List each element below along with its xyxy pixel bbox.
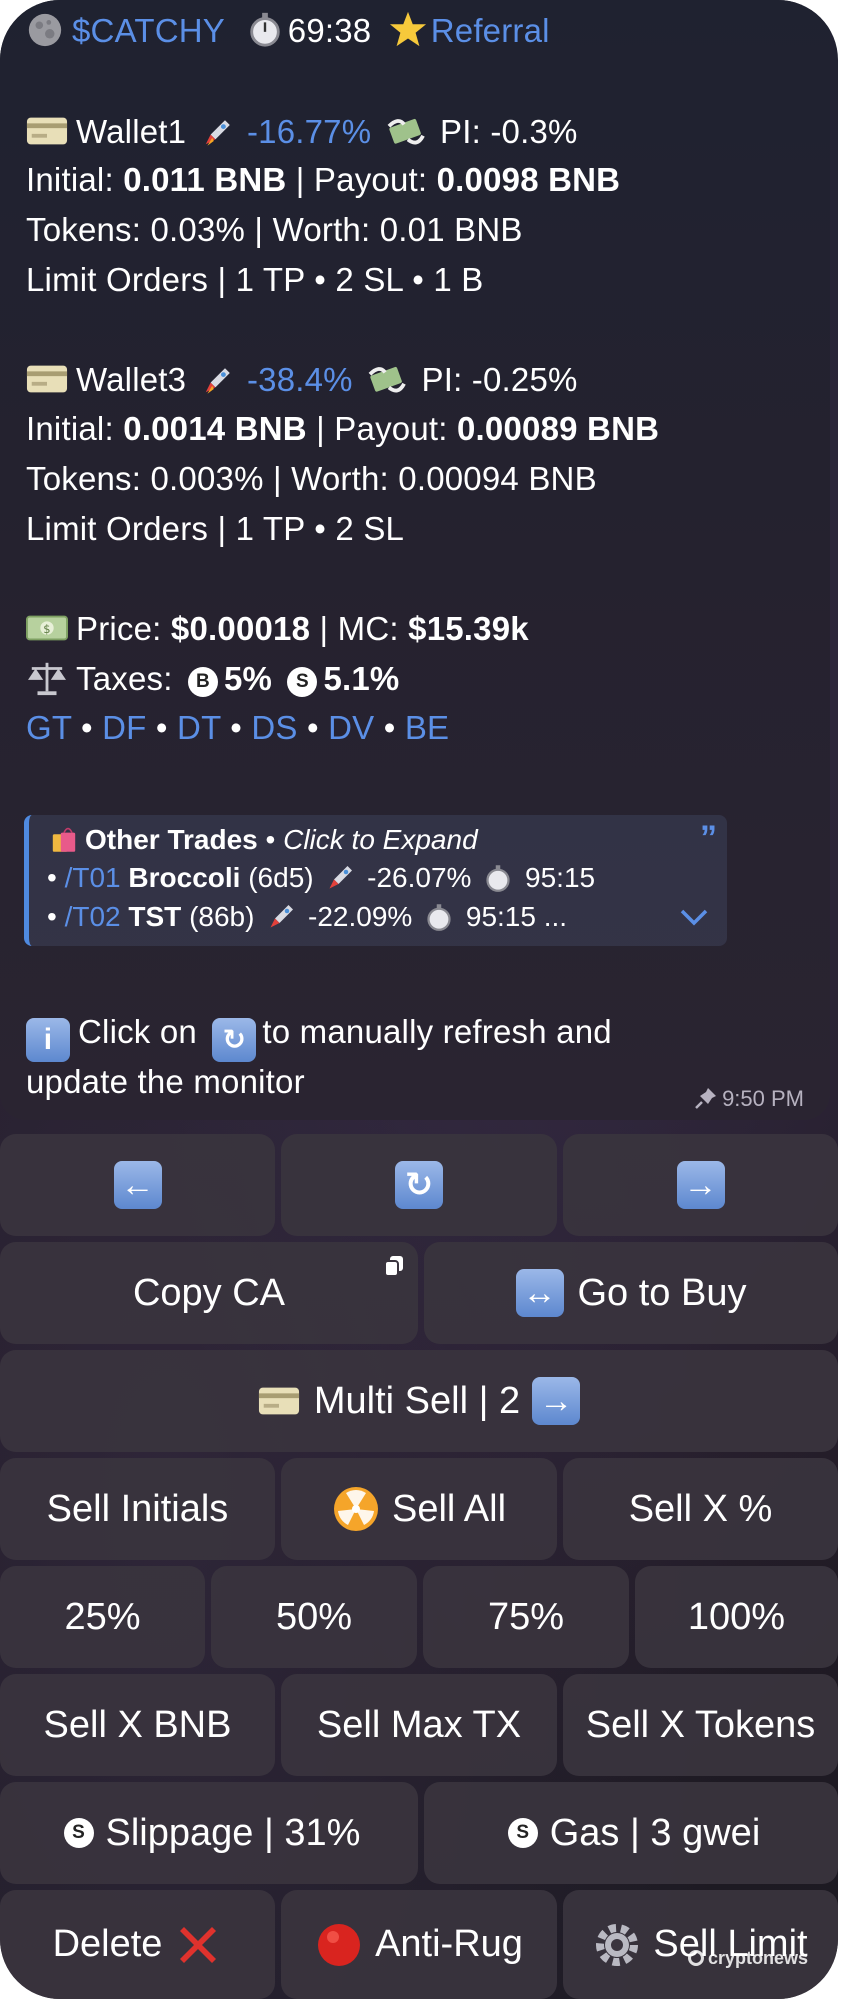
info-line-2: update the monitor: [26, 1063, 305, 1100]
money-wings-icon: [387, 118, 425, 145]
link-be[interactable]: BE: [405, 709, 449, 746]
moon-icon: [28, 13, 62, 47]
buy-badge-icon: B: [187, 667, 218, 697]
rocket-icon: [329, 866, 353, 889]
wallet3-initial-line: Initial: 0.0014 BNB | Payout: 0.00089 BN…: [26, 410, 660, 447]
taxes-line: Taxes: B 5% S 5.1%: [26, 659, 399, 698]
credit-card-icon: [26, 117, 68, 145]
sell-x-percent-button[interactable]: Sell X %: [563, 1458, 838, 1560]
message-time: 9:50 PM: [694, 1086, 804, 1112]
sell-all-button[interactable]: Sell All: [281, 1458, 557, 1560]
gas-button[interactable]: S Gas | 3 gwei: [424, 1782, 838, 1884]
next-button[interactable]: →: [563, 1134, 838, 1236]
other-trades-quote[interactable]: Other Trades • Click to Expand ” • /T01 …: [24, 815, 727, 946]
wallet1-orders-line: Limit Orders | 1 TP • 2 SL • 1 B: [26, 261, 484, 298]
refresh-icon: ↻: [395, 1161, 443, 1209]
credit-card-icon: [258, 1387, 299, 1415]
arrow-left-icon: ←: [113, 1161, 162, 1209]
wallet3-orders-line: Limit Orders | 1 TP • 2 SL: [26, 510, 405, 547]
arrow-right-icon: →: [532, 1377, 581, 1425]
sell-100-button[interactable]: 100%: [635, 1566, 838, 1668]
wallet3-pi: PI: -0.25%: [421, 361, 578, 398]
wallet1-initial-line: Initial: 0.011 BNB | Payout: 0.0098 BNB: [26, 161, 621, 198]
sell-x-tokens-button[interactable]: Sell X Tokens: [563, 1674, 838, 1776]
go-to-buy-button[interactable]: ↔ Go to Buy: [424, 1242, 838, 1344]
sell-limit-button[interactable]: Sell Limit: [563, 1890, 838, 1999]
refresh-icon: ↻: [212, 1017, 257, 1062]
quote-icon: ”: [700, 819, 717, 857]
money-bill-icon: $: [26, 615, 68, 641]
link-gt[interactable]: GT: [26, 709, 72, 746]
refresh-button[interactable]: ↻: [281, 1134, 557, 1236]
money-wings-icon: [368, 366, 406, 393]
stopwatch-icon: [427, 904, 451, 931]
rocket-icon: [270, 905, 294, 928]
sell-25-button[interactable]: 25%: [0, 1566, 205, 1668]
left-right-arrow-icon: ↔: [515, 1269, 564, 1317]
radioactive-icon: [333, 1487, 378, 1531]
credit-card-icon: [26, 365, 68, 393]
star-icon: [389, 11, 426, 47]
timer-value: 69:38: [287, 12, 372, 49]
copy-icon: [384, 1256, 403, 1277]
copy-ca-button[interactable]: Copy CA: [0, 1242, 418, 1344]
rocket-icon: [205, 120, 230, 146]
links-line: GT • DF • DT • DS • DV • BE: [26, 709, 450, 746]
link-df[interactable]: DF: [102, 709, 146, 746]
referral-link[interactable]: Referral: [431, 12, 550, 49]
cross-mark-icon: [180, 1926, 217, 1963]
chat-screen: $CATCHY 69:38 Referral Wallet1 -16.77% P…: [0, 0, 838, 1999]
wallet1-pi: PI: -0.3%: [440, 113, 578, 150]
pin-icon: [695, 1088, 717, 1109]
red-circle-icon: [318, 1923, 361, 1966]
chevron-down-icon[interactable]: [679, 907, 709, 927]
sell-badge-icon: S: [63, 1818, 94, 1848]
list-item: • /T02 TST (86b) -22.09% 95:15 ...: [47, 901, 568, 932]
trade-link[interactable]: /T02: [65, 901, 121, 932]
link-dt[interactable]: DT: [177, 709, 221, 746]
sell-50-button[interactable]: 50%: [211, 1566, 417, 1668]
sell-badge-icon: S: [287, 667, 318, 697]
scales-icon: [28, 662, 66, 696]
wallet3-tokens-line: Tokens: 0.003% | Worth: 0.00094 BNB: [26, 460, 597, 497]
slippage-button[interactable]: S Slippage | 31%: [0, 1782, 418, 1884]
sell-x-bnb-button[interactable]: Sell X BNB: [0, 1674, 275, 1776]
sell-max-tx-button[interactable]: Sell Max TX: [281, 1674, 557, 1776]
info-line-1: i Click on ↻ to manually refresh and: [26, 1013, 612, 1062]
info-icon: i: [26, 1018, 70, 1062]
gear-icon: [596, 1923, 639, 1966]
arrow-right-icon: →: [676, 1161, 725, 1209]
svg-text:$: $: [43, 622, 50, 636]
wallet3-change: -38.4%: [246, 361, 353, 398]
sell-75-button[interactable]: 75%: [423, 1566, 629, 1668]
anti-rug-button[interactable]: Anti-Rug: [281, 1890, 557, 1999]
sell-initials-button[interactable]: Sell Initials: [0, 1458, 275, 1560]
link-ds[interactable]: DS: [251, 709, 297, 746]
multi-sell-button[interactable]: Multi Sell | 2 →: [0, 1350, 838, 1452]
token-ticker-link[interactable]: $CATCHY: [72, 12, 224, 49]
delete-button[interactable]: Delete: [0, 1890, 275, 1999]
other-trades-title: Other Trades • Click to Expand: [47, 823, 478, 856]
wallet1-title: Wallet1 -16.77% PI: -0.3%: [26, 112, 578, 151]
sell-badge-icon: S: [507, 1818, 538, 1848]
wallet1-change: -16.77%: [246, 113, 372, 150]
list-item: • /T01 Broccoli (6d5) -26.07% 95:15: [47, 862, 596, 893]
link-dv[interactable]: DV: [328, 709, 374, 746]
monitor-message: $CATCHY 69:38 Referral Wallet1 -16.77% P…: [0, 0, 830, 1120]
price-line: $ Price: $0.00018 | MC: $15.39k: [26, 609, 529, 648]
shopping-bags-icon: [52, 827, 76, 852]
wallet3-title: Wallet3 -38.4% PI: -0.25%: [26, 360, 578, 399]
wallet1-tokens-line: Tokens: 0.03% | Worth: 0.01 BNB: [26, 211, 523, 248]
rocket-icon: [205, 368, 230, 394]
header-line: $CATCHY 69:38 Referral: [26, 10, 550, 50]
stopwatch-icon: [486, 865, 510, 892]
trade-link[interactable]: /T01: [65, 862, 121, 893]
prev-button[interactable]: ←: [0, 1134, 275, 1236]
watermark-logo-icon: [687, 1950, 704, 1966]
watermark: cryptonews: [687, 1948, 808, 1969]
stopwatch-icon: [250, 12, 280, 47]
